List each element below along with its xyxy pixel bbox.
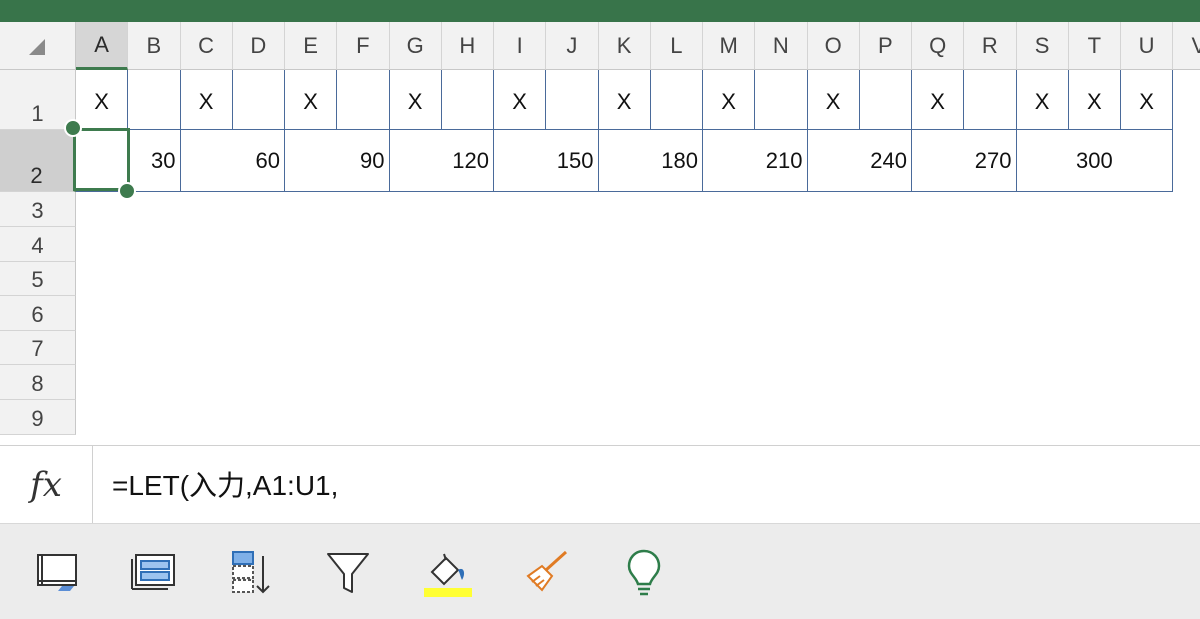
- select-all-button[interactable]: [0, 22, 76, 70]
- lightbulb-icon: [627, 549, 661, 596]
- cell-f1[interactable]: [337, 70, 390, 130]
- cell-i1[interactable]: X: [494, 70, 547, 130]
- cell-b1[interactable]: [128, 70, 181, 130]
- spreadsheet-grid[interactable]: ABCDEFGHIJKLMNOPQRSTUV 123456789 XXXXXXX…: [0, 22, 1200, 445]
- column-header-a[interactable]: A: [76, 22, 129, 70]
- select-all-icon: [29, 39, 45, 55]
- cell-e2[interactable]: 90: [285, 130, 390, 192]
- cell-q2[interactable]: 270: [912, 130, 1017, 192]
- column-header-k[interactable]: K: [598, 22, 651, 70]
- formula-input[interactable]: =LET(入力,A1:U1,: [112, 464, 338, 504]
- cell-u1[interactable]: X: [1121, 70, 1174, 130]
- row-header-2[interactable]: 2: [0, 130, 76, 192]
- bottom-toolbar: [0, 523, 1200, 619]
- row-header-3[interactable]: 3: [0, 192, 76, 227]
- ideas-button[interactable]: [618, 546, 670, 598]
- column-header-i[interactable]: I: [494, 22, 547, 70]
- column-header-c[interactable]: C: [180, 22, 233, 70]
- filter-button[interactable]: [322, 546, 374, 598]
- row-header-5[interactable]: 5: [0, 262, 76, 296]
- fill-color-button[interactable]: [422, 546, 474, 598]
- cell-j1[interactable]: [546, 70, 599, 130]
- selection-handle-top-left[interactable]: [64, 119, 82, 137]
- clear-format-icon: [526, 550, 568, 592]
- column-header-m[interactable]: M: [703, 22, 756, 70]
- cell-c2[interactable]: 60: [180, 130, 285, 192]
- column-header-o[interactable]: O: [807, 22, 860, 70]
- title-bar: [0, 0, 1200, 22]
- cell-i2[interactable]: 150: [494, 130, 599, 192]
- column-header-n[interactable]: N: [755, 22, 808, 70]
- active-cell-selection[interactable]: [73, 128, 130, 191]
- cell-e1[interactable]: X: [285, 70, 338, 130]
- cell-c1[interactable]: X: [180, 70, 233, 130]
- cell-m1[interactable]: X: [703, 70, 756, 130]
- column-header-s[interactable]: S: [1016, 22, 1069, 70]
- column-header-l[interactable]: L: [650, 22, 703, 70]
- row-header-8[interactable]: 8: [0, 365, 76, 400]
- row-header-4[interactable]: 4: [0, 227, 76, 262]
- clear-format-button[interactable]: [520, 546, 572, 598]
- column-header-r[interactable]: R: [964, 22, 1017, 70]
- cell-n1[interactable]: [755, 70, 808, 130]
- cell-h1[interactable]: [441, 70, 494, 130]
- cell-q1[interactable]: X: [912, 70, 965, 130]
- column-header-v[interactable]: V: [1173, 22, 1200, 70]
- cell-s1[interactable]: X: [1016, 70, 1069, 130]
- selection-handle-bottom-right[interactable]: [118, 182, 136, 200]
- cell-o2[interactable]: 240: [807, 130, 912, 192]
- cell-t1[interactable]: X: [1068, 70, 1121, 130]
- row-header-6[interactable]: 6: [0, 296, 76, 331]
- cell-m2[interactable]: 210: [703, 130, 808, 192]
- column-header-g[interactable]: G: [389, 22, 442, 70]
- column-header-f[interactable]: F: [337, 22, 390, 70]
- cell-g1[interactable]: X: [389, 70, 442, 130]
- cell-k2[interactable]: 180: [598, 130, 703, 192]
- cell-b2[interactable]: 30: [128, 130, 181, 192]
- cell-p1[interactable]: [859, 70, 912, 130]
- column-header-q[interactable]: Q: [912, 22, 965, 70]
- cell-k1[interactable]: X: [598, 70, 651, 130]
- row-header-9[interactable]: 9: [0, 400, 76, 435]
- cell-s2[interactable]: 300: [1016, 130, 1174, 192]
- cell-a1[interactable]: X: [76, 70, 129, 130]
- group-rows-button[interactable]: [128, 546, 180, 598]
- cell-g2[interactable]: 120: [389, 130, 494, 192]
- fx-label[interactable]: fx: [0, 446, 93, 524]
- fill-color-icon: [424, 553, 472, 597]
- column-header-h[interactable]: H: [441, 22, 494, 70]
- row-header-1[interactable]: 1: [0, 70, 76, 130]
- row-header-7[interactable]: 7: [0, 331, 76, 365]
- column-header-t[interactable]: T: [1068, 22, 1121, 70]
- column-header-b[interactable]: B: [128, 22, 181, 70]
- sort-button[interactable]: [225, 546, 277, 598]
- freeze-panes-button[interactable]: [32, 546, 84, 598]
- column-header-d[interactable]: D: [232, 22, 285, 70]
- group-rows-icon: [131, 554, 175, 590]
- column-header-p[interactable]: P: [859, 22, 912, 70]
- formula-bar: fx =LET(入力,A1:U1,: [0, 445, 1200, 524]
- sort-icon: [232, 551, 270, 594]
- column-header-e[interactable]: E: [285, 22, 338, 70]
- column-header-j[interactable]: J: [546, 22, 599, 70]
- cell-l1[interactable]: [650, 70, 703, 130]
- filter-icon: [327, 553, 369, 593]
- column-header-u[interactable]: U: [1121, 22, 1174, 70]
- cell-r1[interactable]: [964, 70, 1017, 130]
- cell-o1[interactable]: X: [807, 70, 860, 130]
- freeze-panes-icon: [37, 554, 77, 591]
- cell-d1[interactable]: [232, 70, 285, 130]
